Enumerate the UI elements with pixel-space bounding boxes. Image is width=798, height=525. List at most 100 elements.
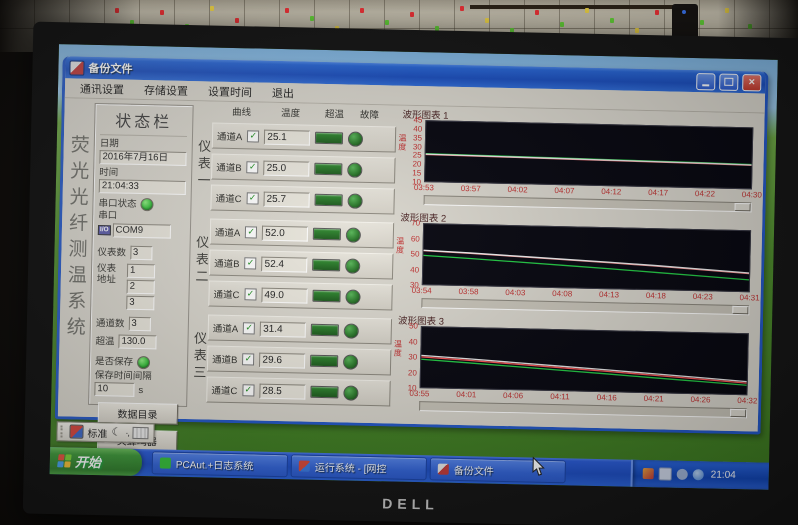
fault-led (343, 354, 358, 369)
taskbar-item-run-system[interactable]: 运行系统 - [网控 (291, 454, 427, 480)
ime-mode-label[interactable]: 标准 (87, 424, 107, 439)
save-enabled-led[interactable] (137, 356, 150, 369)
y-tick-label: 30 (413, 142, 422, 151)
header-fault: 故障 (354, 107, 384, 122)
x-tick-label: 03:58 (458, 287, 478, 296)
meter-address-2[interactable]: 2 (127, 280, 155, 295)
scrollbar-thumb[interactable] (732, 306, 748, 314)
ime-language-bar[interactable]: 标准 ☾ ·, (56, 421, 155, 443)
y-tick-label: 50 (409, 321, 418, 330)
y-tick-label: 70 (411, 218, 420, 227)
y-tick-label: 30 (408, 352, 417, 361)
keyboard-icon[interactable] (133, 427, 149, 439)
drag-handle-icon[interactable] (60, 425, 65, 437)
meter-count-value[interactable]: 3 (130, 246, 152, 260)
x-tick-label: 04:02 (507, 185, 527, 194)
tray-display-icon[interactable] (659, 467, 672, 480)
curve-checkbox[interactable]: ✓ (242, 353, 254, 365)
channel-row: 通道A ✓ 25.1 (212, 123, 397, 153)
time-label: 时间 (99, 167, 186, 180)
channel-row: 通道C ✓ 49.0 (208, 280, 393, 310)
y-tick-label: 60 (411, 234, 420, 243)
y-tick-label: 25 (413, 151, 422, 160)
tray-app-icon[interactable] (643, 468, 654, 479)
punctuation-icon[interactable]: ·, (125, 428, 129, 438)
channel-label: 通道C (213, 287, 239, 302)
series-通道C (426, 154, 752, 165)
x-tick-label: 04:16 (597, 393, 617, 402)
device-led (682, 10, 686, 14)
menu-set-time[interactable]: 设置时间 (199, 81, 261, 102)
curve-checkbox[interactable]: ✓ (244, 257, 256, 269)
x-tick-label: 04:23 (693, 292, 713, 301)
save-interval-value[interactable]: 10 (94, 382, 134, 397)
desktop-wallpaper: 备份文件 × 通讯设置 存储设置 设置时间 退出 荧光光纤测温系统 (50, 44, 778, 490)
maximize-button[interactable] (719, 73, 738, 90)
y-axis: 7060504030 (403, 223, 421, 285)
header-temperature: 温度 (266, 105, 314, 120)
x-tick-label: 04:07 (554, 186, 574, 195)
scrollbar-thumb[interactable] (734, 203, 750, 211)
meter-address-3[interactable]: 3 (126, 296, 154, 311)
close-button[interactable]: × (742, 74, 761, 91)
instrument-2: 仪表二 通道A ✓ 52.0 (192, 215, 394, 310)
x-tick-label: 04:22 (695, 189, 715, 198)
app-window: 备份文件 × 通讯设置 存储设置 设置时间 退出 荧光光纤测温系统 (55, 56, 769, 434)
instrument-3: 仪表三 通道A ✓ 31.4 (190, 311, 392, 406)
menu-exit[interactable]: 退出 (263, 82, 303, 103)
tray-usb-icon[interactable] (677, 469, 688, 480)
start-label: 开始 (75, 452, 101, 472)
charts-column: 波形图表 1 温度 4540353025201510 03:5303:5704:… (392, 106, 759, 423)
client-area: 荧光光纤测温系统 状态栏 日期 2016年7月16日 时间 21:04:33 (58, 98, 765, 425)
fullwidth-moon-icon[interactable]: ☾ (111, 427, 121, 437)
instrument-1-name: 仪表一 (194, 119, 212, 210)
temperature-value: 25.1 (264, 129, 310, 145)
scrollbar-thumb[interactable] (730, 409, 746, 417)
x-tick-label: 04:12 (601, 187, 621, 196)
curve-checkbox[interactable]: ✓ (244, 288, 256, 300)
overtemp-value[interactable]: 130.0 (118, 335, 156, 350)
taskbar-item-backup-file[interactable]: 备份文件 (430, 457, 566, 483)
overtemp-led (313, 228, 341, 241)
serial-port-combobox[interactable]: I/O COM9 (98, 223, 185, 239)
taskbar-item-log-system[interactable]: PCAut.+日志系统 (152, 451, 288, 477)
menu-comm-settings[interactable]: 通讯设置 (71, 78, 133, 99)
channel-header-row: 曲线 温度 超温 故障 (196, 103, 396, 121)
menu-storage-settings[interactable]: 存储设置 (135, 79, 197, 100)
meter-address-1[interactable]: 1 (127, 264, 155, 279)
channel-label: 通道B (216, 160, 242, 175)
curve-checkbox[interactable]: ✓ (245, 226, 257, 238)
y-tick-label: 40 (409, 337, 418, 346)
instrument-1: 仪表一 通道A ✓ 25.1 (194, 119, 396, 214)
fault-led (345, 258, 360, 273)
task-label: 备份文件 (454, 462, 494, 478)
curve-checkbox[interactable]: ✓ (242, 384, 254, 396)
task-buttons: PCAut.+日志系统 运行系统 - [网控 备份文件 (142, 449, 631, 487)
channel-label: 通道B (214, 256, 240, 271)
minimize-button[interactable] (696, 73, 715, 90)
fault-led (347, 162, 362, 177)
run-system-icon (299, 461, 310, 472)
series-通道A (421, 355, 747, 381)
channel-row: 通道C ✓ 28.5 (206, 376, 391, 406)
curve-checkbox[interactable]: ✓ (246, 192, 258, 204)
monitor: 备份文件 × 通讯设置 存储设置 设置时间 退出 荧光光纤测温系统 (23, 22, 798, 525)
overtemp-led (315, 132, 343, 145)
temperature-value: 29.6 (259, 352, 305, 368)
y-tick-label: 20 (408, 368, 417, 377)
channel-count-value[interactable]: 3 (128, 317, 150, 331)
curve-checkbox[interactable]: ✓ (247, 130, 259, 142)
x-tick-label: 04:06 (503, 391, 523, 400)
y-axis: 4540353025201510 (405, 120, 423, 182)
fault-led (347, 193, 362, 208)
channel-label: 通道A (215, 225, 241, 240)
channel-label: 通道A (217, 129, 243, 144)
ime-mode-icon[interactable] (69, 424, 83, 438)
tray-network-icon[interactable] (693, 469, 704, 480)
start-button[interactable]: 开始 (50, 447, 143, 476)
curve-checkbox[interactable]: ✓ (243, 322, 255, 334)
temperature-value: 25.0 (264, 160, 310, 176)
curve-checkbox[interactable]: ✓ (247, 161, 259, 173)
y-tick-label: 35 (413, 133, 422, 142)
date-value: 2016年7月16日 (99, 150, 186, 166)
